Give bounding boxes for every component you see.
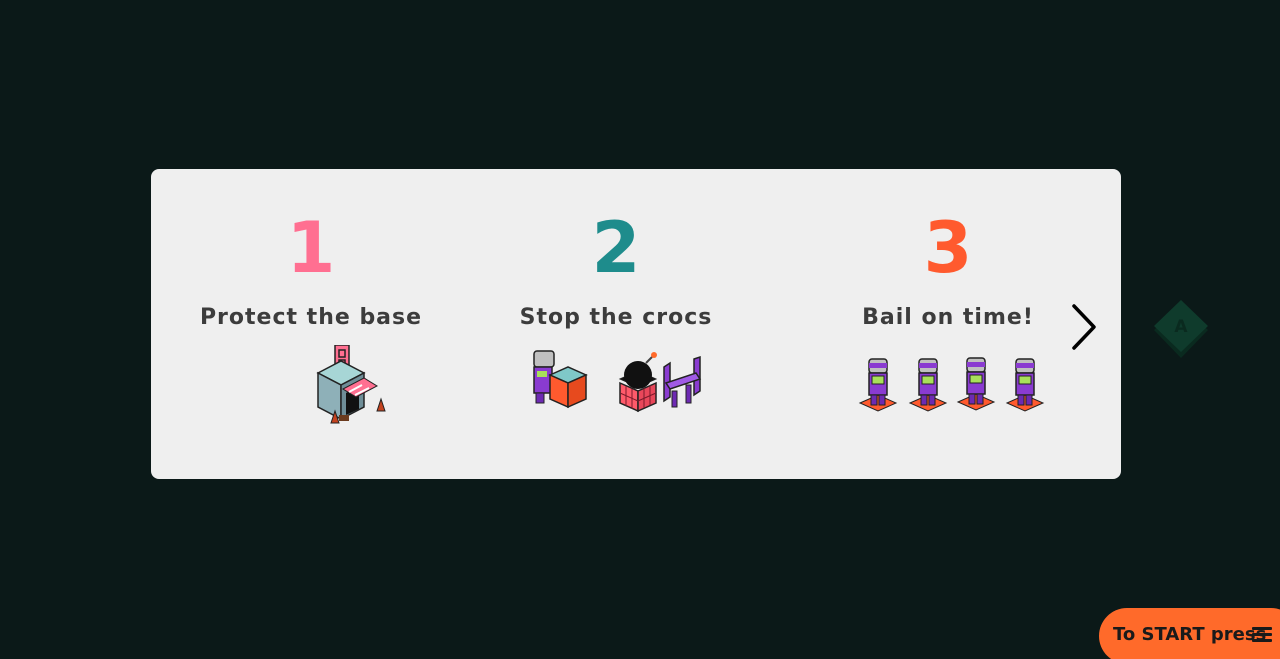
four-robots-icon [818, 345, 1078, 425]
chevron-right-icon [1072, 304, 1096, 350]
tutorial-panel: 1 Protect the base 2 Stop the crocs 3 Ba… [151, 169, 1121, 479]
step-2-label: Stop the crocs [519, 305, 713, 330]
step-3-number: 3 [923, 207, 973, 289]
step-3-label: Bail on time! [862, 305, 1034, 330]
menu-icon [1252, 627, 1272, 643]
step-1-number: 1 [286, 207, 336, 289]
crocs-obstacles-icon [486, 345, 746, 425]
tutorial-screen: 1 Protect the base 2 Stop the crocs 3 Ba… [0, 0, 1280, 659]
a-button[interactable]: A [1152, 300, 1210, 360]
step-1-label: Protect the base [199, 305, 423, 330]
step-2-number: 2 [591, 207, 641, 289]
start-prompt-button[interactable]: To START press [1099, 608, 1280, 659]
next-button[interactable] [1064, 300, 1104, 354]
a-button-label: A [1174, 317, 1188, 337]
base-building-icon [181, 344, 441, 425]
start-prompt-text: To START press [1113, 624, 1267, 645]
